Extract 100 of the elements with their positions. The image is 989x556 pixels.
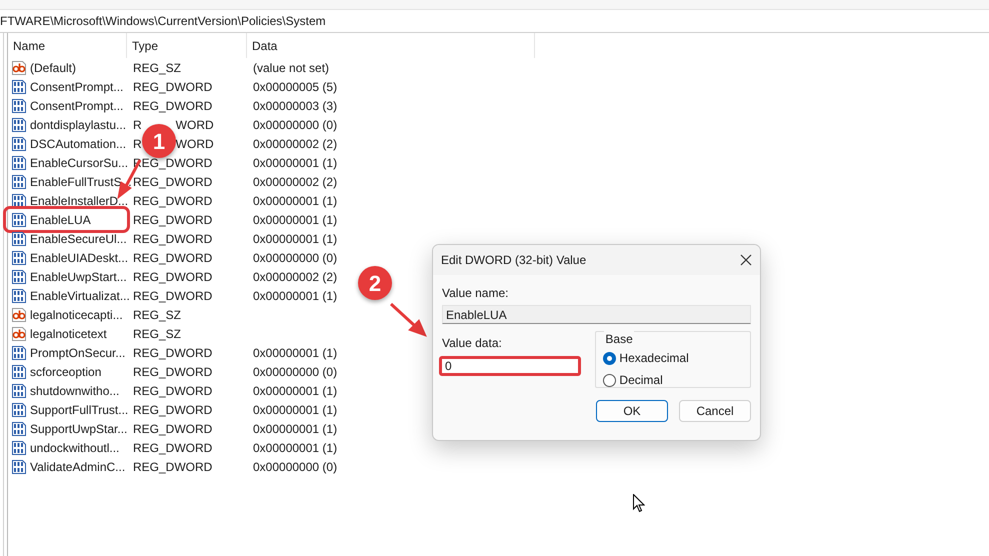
value-name: legalnoticecapti... bbox=[30, 306, 123, 324]
column-header[interactable]: Data bbox=[247, 33, 535, 58]
value-name: ValidateAdminC... bbox=[30, 458, 126, 476]
value-data: 0x00000001 (1) bbox=[253, 346, 338, 360]
value-data-field[interactable]: 0 bbox=[439, 356, 581, 376]
value-data: 0x00000001 (1) bbox=[253, 232, 338, 246]
value-name: SupportFullTrust... bbox=[30, 402, 128, 418]
value-name-cell[interactable]: EnableVirtualizat... bbox=[8, 286, 127, 305]
value-data: 0x00000002 (2) bbox=[253, 270, 338, 284]
value-name-cell[interactable]: EnableUwpStart... bbox=[8, 267, 127, 286]
value-data: (value not set) bbox=[253, 60, 330, 74]
value-type: REG_DWORD bbox=[133, 212, 212, 228]
binary-value-icon bbox=[11, 192, 27, 208]
value-name-cell[interactable]: EnableLUA bbox=[6, 209, 127, 230]
value-name-cell[interactable]: EnableCursorSu... bbox=[8, 153, 127, 172]
value-type: WORD bbox=[176, 116, 214, 134]
value-data: 0x00000000 (0) bbox=[253, 118, 338, 132]
value-name-cell[interactable]: scforceoption bbox=[8, 362, 127, 381]
binary-value-icon bbox=[11, 98, 27, 114]
value-name-cell[interactable]: ValidateAdminC... bbox=[8, 457, 127, 476]
binary-value-icon bbox=[11, 136, 27, 152]
value-name-cell[interactable]: dontdisplaylastu... bbox=[8, 115, 127, 134]
value-name-cell[interactable]: SupportFullTrust... bbox=[8, 400, 127, 419]
value-name-cell[interactable]: ConsentPrompt... bbox=[8, 77, 127, 96]
value-data: 0x00000001 (1) bbox=[253, 402, 338, 416]
value-name-field: EnableLUA bbox=[442, 305, 751, 324]
binary-value-icon bbox=[11, 268, 27, 284]
binary-value-icon bbox=[11, 402, 27, 418]
value-name: EnableUwpStart... bbox=[30, 268, 127, 286]
value-type: REG_DWORD bbox=[133, 382, 212, 400]
value-name-cell[interactable]: undockwithoutl... bbox=[8, 438, 127, 457]
value-name: scforceoption bbox=[30, 364, 102, 380]
value-type: REG_DWORD bbox=[133, 174, 212, 190]
value-data: 0x00000002 (2) bbox=[253, 174, 338, 188]
value-name: ConsentPrompt... bbox=[30, 78, 124, 96]
binary-value-icon bbox=[11, 420, 27, 436]
value-name: PromptOnSecur... bbox=[30, 344, 126, 362]
radio-option[interactable]: Hexadecimal bbox=[603, 350, 743, 366]
binary-value-icon bbox=[11, 364, 27, 380]
binary-value-icon bbox=[11, 116, 27, 132]
value-name-cell[interactable]: PromptOnSecur... bbox=[8, 343, 127, 362]
binary-value-icon bbox=[11, 344, 27, 360]
value-type: REG_DWORD bbox=[133, 192, 212, 210]
value-name: (Default) bbox=[30, 60, 76, 76]
value-data: 0x00000000 (0) bbox=[253, 250, 338, 264]
value-type: REG_DWORD bbox=[133, 364, 212, 380]
value-name-cell[interactable]: (Default) bbox=[8, 58, 127, 77]
value-type: REG_DWORD bbox=[133, 250, 212, 266]
value-data: 0x00000001 (1) bbox=[253, 156, 338, 170]
value-name: dontdisplaylastu... bbox=[30, 116, 126, 134]
cancel-button[interactable]: Cancel bbox=[679, 400, 751, 422]
value-data: 0x00000001 (1) bbox=[253, 422, 338, 436]
value-data: 0x00000005 (5) bbox=[253, 80, 338, 94]
step-badge: 1 bbox=[142, 124, 176, 158]
binary-value-icon bbox=[11, 288, 27, 304]
binary-value-icon bbox=[11, 250, 27, 266]
value-name-cell[interactable]: legalnoticetext bbox=[8, 324, 127, 343]
value-name-cell[interactable]: legalnoticecapti... bbox=[8, 305, 127, 324]
value-type: REG_DWORD bbox=[133, 440, 212, 456]
ok-button[interactable]: OK bbox=[596, 400, 668, 422]
value-name-cell[interactable]: EnableUIADeskt... bbox=[8, 248, 127, 267]
string-value-icon bbox=[11, 60, 27, 76]
value-type: REG_DWORD bbox=[133, 288, 212, 304]
value-name: EnableCursorSu... bbox=[30, 154, 128, 172]
binary-value-icon bbox=[11, 212, 27, 228]
value-type: REG_DWORD bbox=[133, 78, 212, 96]
value-name-cell[interactable]: ConsentPrompt... bbox=[8, 96, 127, 115]
value-data: 0x00000001 (1) bbox=[253, 440, 338, 454]
value-name-cell[interactable]: SupportUwpStar... bbox=[8, 419, 127, 438]
close-icon[interactable] bbox=[740, 254, 752, 266]
binary-value-icon bbox=[11, 382, 27, 398]
value-name: EnableInstallerD... bbox=[30, 192, 128, 210]
value-name: DSCAutomation... bbox=[30, 136, 126, 152]
value-name-cell[interactable]: DSCAutomation... bbox=[8, 134, 127, 153]
binary-value-icon bbox=[11, 230, 27, 246]
address-path[interactable]: FTWARE\Microsoft\Windows\CurrentVersion\Policies\System bbox=[0, 12, 326, 30]
field-label: Value name: bbox=[442, 285, 510, 302]
value-name-cell[interactable]: shutdownwitho... bbox=[8, 381, 127, 400]
string-value-icon bbox=[11, 306, 27, 322]
value-name: ConsentPrompt... bbox=[30, 98, 124, 114]
column-header[interactable]: Type bbox=[127, 33, 247, 58]
value-type: REG_DWORD bbox=[133, 458, 212, 476]
value-name: EnableUIADeskt... bbox=[30, 250, 128, 266]
value-name: EnableLUA bbox=[30, 212, 91, 228]
value-data: 0x00000002 (2) bbox=[253, 136, 338, 150]
value-type: REG_DWORD bbox=[133, 230, 212, 248]
value-type: REG_DWORD bbox=[133, 268, 212, 286]
binary-value-icon bbox=[11, 458, 27, 474]
value-type: REG_DWORD bbox=[133, 344, 212, 362]
value-type: REG_SZ bbox=[133, 326, 182, 342]
value-data: 0x00000001 (1) bbox=[253, 194, 338, 208]
radio-option[interactable]: Decimal bbox=[603, 372, 743, 388]
column-header[interactable]: Name bbox=[8, 33, 127, 58]
value-name-cell[interactable]: EnableInstallerD... bbox=[8, 191, 127, 210]
arrow-drawing bbox=[389, 302, 429, 338]
value-name: shutdownwitho... bbox=[30, 382, 120, 400]
binary-value-icon bbox=[11, 440, 27, 456]
dialog-title: Edit DWORD (32-bit) Value bbox=[441, 252, 586, 269]
value-type: R bbox=[133, 116, 142, 134]
value-name-cell[interactable]: EnableSecureUl... bbox=[8, 229, 127, 248]
